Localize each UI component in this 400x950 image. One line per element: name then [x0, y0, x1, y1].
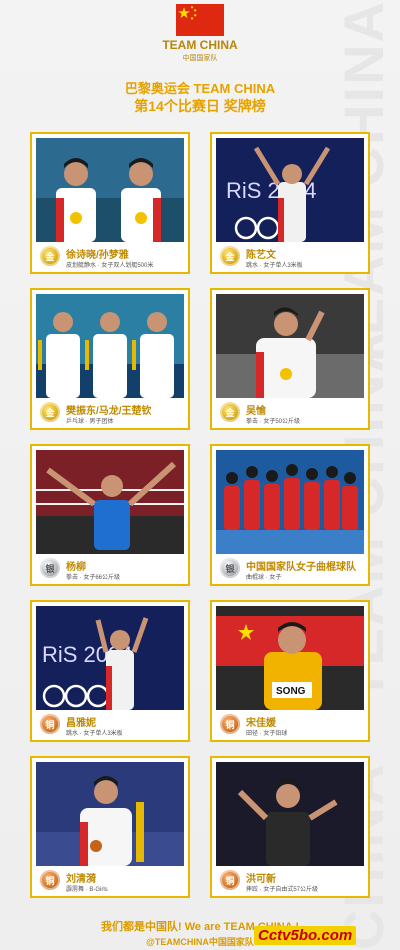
- athlete-photo: [36, 762, 184, 866]
- medal-card: SONG 铜 宋佳媛 田径 · 女子铅球: [210, 600, 370, 742]
- athlete-name: 陈艺文: [246, 250, 276, 261]
- china-flag-icon: [176, 4, 224, 36]
- athlete-name: 徐诗晓/孙梦雅: [66, 250, 129, 261]
- medal-card: RiS 2024 铜 昌雅妮 跳水 · 女子单人3米板: [30, 600, 190, 742]
- silver-medal-icon: 银: [220, 558, 240, 578]
- corner-watermark: Cctv5bo.com: [254, 926, 357, 945]
- athlete-photo: [36, 450, 184, 554]
- athlete-name: 宋佳媛: [246, 718, 276, 729]
- athlete-photo: SONG: [216, 606, 364, 710]
- brand-subtitle: 中国国家队: [182, 55, 218, 62]
- event-name: 曲棍球 · 女子: [246, 575, 282, 581]
- medal-card: 金 吴愉 拳击 · 女子50公斤级: [210, 288, 370, 430]
- brand-title: TEAM CHINA: [162, 38, 238, 52]
- athlete-photo: [216, 762, 364, 866]
- athlete-photo: [36, 138, 184, 242]
- medal-card: RiS 2024 金 陈艺文 跳水 · 女子单人3米板: [210, 132, 370, 274]
- event-name: 霹雳舞 · B-Girls: [66, 887, 108, 893]
- gold-medal-icon: 金: [220, 402, 240, 422]
- silver-medal-icon: 银: [40, 558, 60, 578]
- athlete-name: 樊振东/马龙/王楚钦: [66, 406, 152, 417]
- medal-card: 铜 洪可新 摔跤 · 女子自由式57公斤级: [210, 756, 370, 898]
- athlete-name: 昌雅妮: [66, 718, 96, 729]
- event-name: 跳水 · 女子单人3米板: [66, 731, 123, 737]
- bronze-medal-icon: 铜: [40, 714, 60, 734]
- athlete-name: 刘清漪: [66, 874, 96, 885]
- athlete-name: 吴愉: [246, 406, 266, 417]
- athlete-photo: RiS 2024: [36, 606, 184, 710]
- event-name: 乒乓球 · 男子团体: [66, 419, 114, 425]
- medal-card: 银 中国国家队女子曲棍球队 曲棍球 · 女子: [210, 444, 370, 586]
- event-name: 皮划艇静水 · 女子双人划艇500米: [66, 263, 154, 269]
- athlete-name: 中国国家队女子曲棍球队: [246, 562, 356, 573]
- gold-medal-icon: 金: [220, 246, 240, 266]
- medal-card: 银 杨柳 拳击 · 女子66公斤级: [30, 444, 190, 586]
- page-title-line1: 巴黎奥运会 TEAM CHINA: [124, 81, 276, 96]
- athlete-photo: RiS 2024: [216, 138, 364, 242]
- athlete-photo: [36, 294, 184, 398]
- bronze-medal-icon: 铜: [40, 870, 60, 890]
- medal-card: 金 徐诗晓/孙梦雅 皮划艇静水 · 女子双人划艇500米: [30, 132, 190, 274]
- gold-medal-icon: 金: [40, 402, 60, 422]
- header: TEAM CHINA 中国国家队 巴黎奥运会 TEAM CHINA 第14个比赛…: [0, 0, 400, 114]
- athlete-name: 杨柳: [66, 562, 86, 573]
- event-name: 拳击 · 女子66公斤级: [66, 575, 121, 581]
- athlete-photo: [216, 294, 364, 398]
- athlete-name: 洪可新: [246, 874, 276, 885]
- medal-card: 金 樊振东/马龙/王楚钦 乒乓球 · 男子团体: [30, 288, 190, 430]
- bib-text: SONG: [276, 686, 306, 697]
- bronze-medal-icon: 铜: [220, 870, 240, 890]
- event-name: 跳水 · 女子单人3米板: [246, 263, 303, 269]
- bronze-medal-icon: 铜: [220, 714, 240, 734]
- event-name: 田径 · 女子铅球: [246, 731, 288, 737]
- event-name: 摔跤 · 女子自由式57公斤级: [246, 887, 319, 893]
- gold-medal-icon: 金: [40, 246, 60, 266]
- athlete-photo: [216, 450, 364, 554]
- page-title-line2: 第14个比赛日 奖牌榜: [134, 98, 266, 114]
- medal-card: 铜 刘清漪 霹雳舞 · B-Girls: [30, 756, 190, 898]
- event-name: 拳击 · 女子50公斤级: [246, 419, 301, 425]
